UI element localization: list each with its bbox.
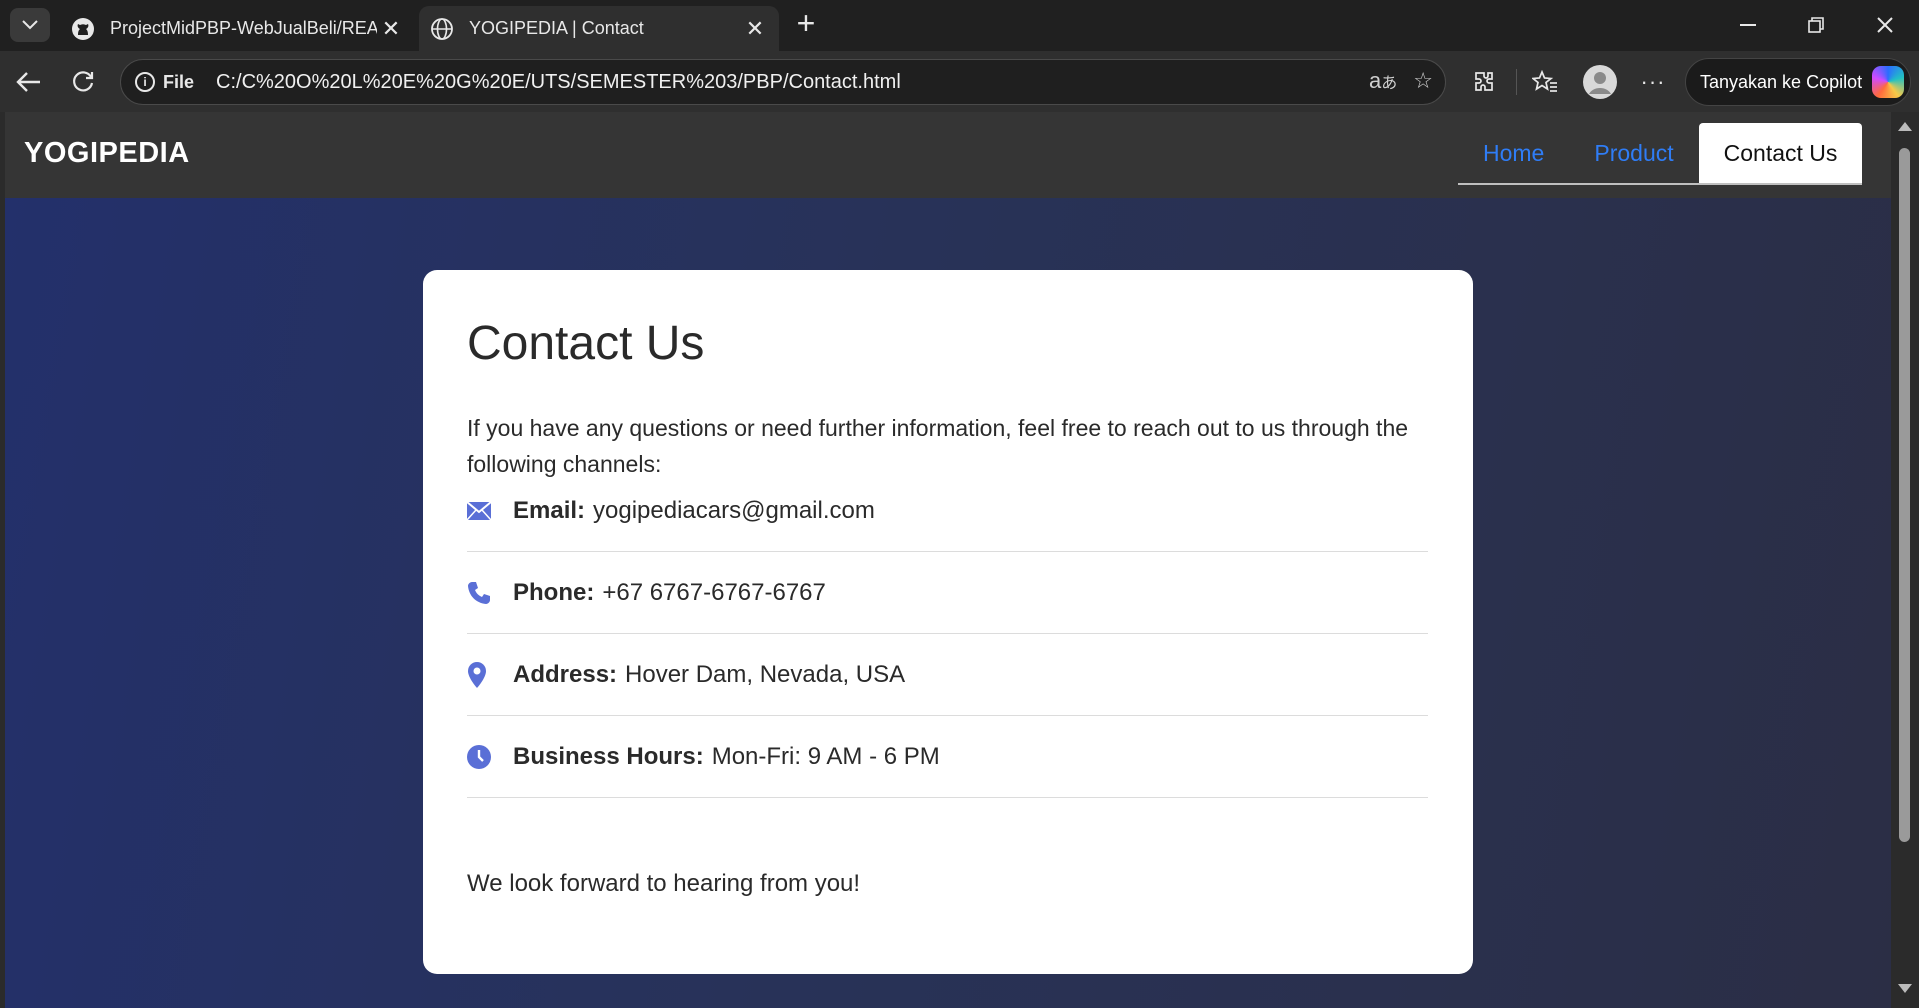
tab-actions-menu-button[interactable]: [10, 8, 50, 42]
address-value: Hover Dam, Nevada, USA: [625, 660, 906, 688]
scheme-label: File: [163, 71, 195, 92]
close-tab-icon[interactable]: ✕: [741, 15, 769, 43]
hours-label: Business Hours:: [513, 742, 704, 770]
copilot-icon: [1872, 66, 1905, 98]
phone-icon: [467, 581, 513, 605]
restore-icon[interactable]: [1788, 6, 1844, 44]
url-text[interactable]: C:/C%20O%20L%20E%20G%20E/UTS/SEMESTER%20…: [216, 71, 901, 94]
phone-value[interactable]: +67 6767-6767-6767: [602, 579, 826, 607]
close-tab-icon[interactable]: ✕: [377, 15, 405, 43]
contact-item-email: Email: yogipediacars@gmail.com: [467, 470, 1428, 552]
favorites-icon[interactable]: [1526, 63, 1564, 101]
tab-contact[interactable]: YOGIPEDIA | Contact ✕: [419, 6, 779, 51]
email-label: Email:: [513, 496, 586, 524]
read-aloud-translate-icon[interactable]: aあ: [1369, 68, 1397, 94]
contact-item-phone: Phone: +67 6767-6767-6767: [467, 552, 1428, 634]
profile-avatar[interactable]: [1581, 63, 1619, 101]
scroll-up-icon[interactable]: [1898, 122, 1912, 131]
site-header: YOGIPEDIA Home Product Contact Us: [5, 112, 1891, 198]
back-arrow-icon[interactable]: [10, 63, 48, 101]
page-viewport: YOGIPEDIA Home Product Contact Us Contac…: [0, 112, 1919, 1008]
site-brand[interactable]: YOGIPEDIA: [24, 137, 190, 170]
page-scrollbar[interactable]: [1891, 112, 1919, 1008]
contact-item-hours: Business Hours: Mon-Fri: 9 AM - 6 PM: [467, 716, 1428, 798]
address-label: Address:: [513, 660, 618, 688]
tab-title: ProjectMidPBP-WebJualBeli/READ: [110, 18, 377, 38]
github-icon: [70, 16, 96, 42]
scroll-down-icon[interactable]: [1898, 984, 1912, 993]
email-value[interactable]: yogipediacars@gmail.com: [593, 497, 875, 525]
refresh-icon[interactable]: [64, 63, 102, 101]
nav-product[interactable]: Product: [1569, 123, 1698, 183]
copilot-label: Tanyakan ke Copilot: [1700, 71, 1863, 92]
more-options-icon[interactable]: ···: [1634, 63, 1672, 101]
info-icon: i: [135, 72, 155, 92]
page-title: Contact Us: [467, 317, 705, 370]
tab-title: YOGIPEDIA | Contact: [469, 18, 644, 38]
browser-toolbar: i File C:/C%20O%20L%20E%20G%20E/UTS/SEME…: [0, 51, 1919, 112]
new-tab-button[interactable]: +: [790, 7, 822, 40]
minimize-icon[interactable]: [1720, 6, 1776, 44]
phone-label: Phone:: [513, 578, 595, 606]
site-info-button[interactable]: i File: [135, 72, 194, 93]
location-pin-icon: [467, 661, 513, 688]
favorite-star-icon[interactable]: ☆: [1413, 68, 1433, 94]
nav-home[interactable]: Home: [1458, 123, 1569, 183]
tab-github[interactable]: ProjectMidPBP-WebJualBeli/READ ✕: [60, 6, 415, 51]
clock-icon: [467, 744, 513, 769]
contact-section: Contact Us If you have any questions or …: [5, 198, 1891, 1008]
nav-contact-us[interactable]: Contact Us: [1698, 123, 1863, 183]
contact-item-address: Address: Hover Dam, Nevada, USA: [467, 634, 1428, 716]
address-bar[interactable]: i File C:/C%20O%20L%20E%20G%20E/UTS/SEME…: [120, 59, 1446, 105]
close-window-icon[interactable]: [1857, 6, 1913, 44]
extensions-icon[interactable]: [1465, 63, 1503, 101]
site-nav: Home Product Contact Us: [1458, 123, 1863, 185]
chevron-down-icon: [22, 20, 38, 30]
globe-icon: [429, 16, 455, 42]
scrollbar-thumb[interactable]: [1899, 148, 1910, 842]
envelope-icon: [467, 501, 513, 520]
copilot-button[interactable]: Tanyakan ke Copilot: [1685, 58, 1911, 106]
contact-card: Contact Us If you have any questions or …: [423, 270, 1473, 974]
closing-message: We look forward to hearing from you!: [467, 870, 861, 897]
browser-tab-strip: ProjectMidPBP-WebJualBeli/READ ✕ YOGIPED…: [0, 0, 1919, 51]
hours-value: Mon-Fri: 9 AM - 6 PM: [711, 742, 940, 770]
